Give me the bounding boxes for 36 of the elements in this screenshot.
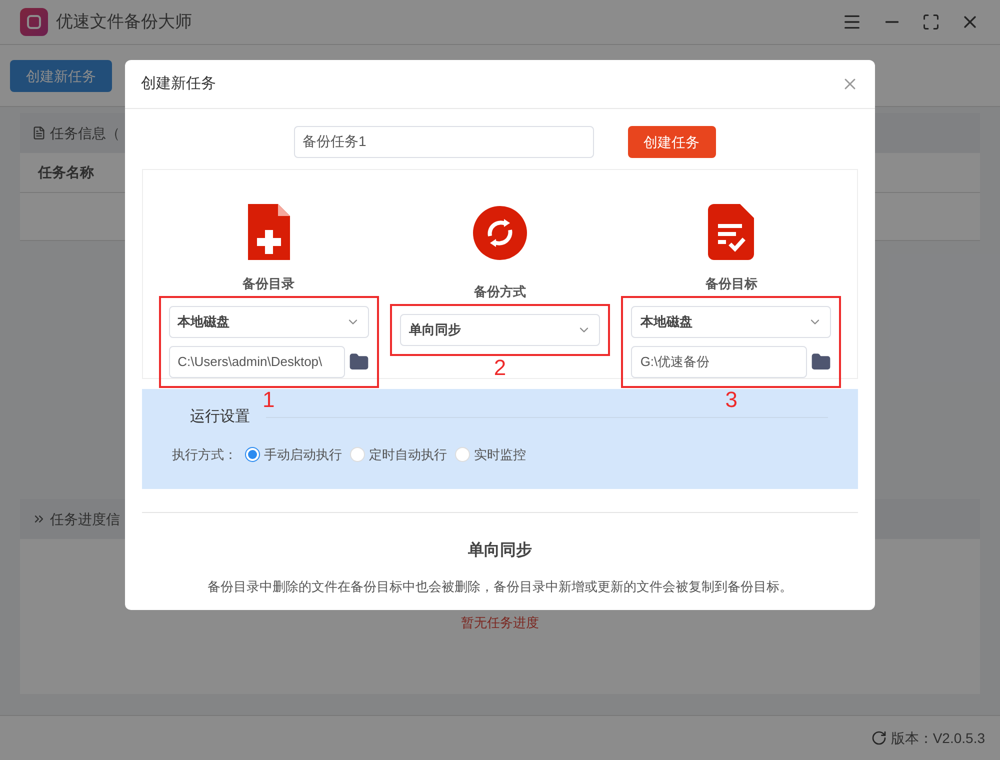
column-label: 备份目标 [705,275,758,293]
empty-progress-text: 暂无任务进度 [461,614,539,632]
select-dropdown[interactable]: 本地磁盘 [631,306,832,338]
path-field[interactable]: C:\Users\admin\Desktop\ [168,346,345,378]
app-title: 优速文件备份大师 [56,11,192,34]
radio-option[interactable]: 定时自动执行 [350,445,447,464]
section-title: 运行设置 [190,406,250,427]
app-logo-icon [20,8,48,36]
dialog-title: 创建新任务 [141,74,216,94]
file-plus-icon [248,204,290,260]
radio-option[interactable]: 实时监控 [455,445,526,464]
refresh-icon[interactable] [870,730,887,746]
sync-icon [472,206,527,260]
annotation-number: 3 [725,388,738,412]
version-text: 版本：V2.0.5.3 [890,728,985,748]
column-label: 备份方式 [474,283,526,301]
folder-icon[interactable] [348,350,369,372]
folder-icon[interactable] [811,350,832,372]
document-icon [32,126,46,140]
task-name-field[interactable]: 备份任务1 [294,126,594,158]
maximize-icon[interactable] [922,13,940,31]
annotation-number: 2 [494,356,506,380]
column-header: 任务名称 [38,163,94,182]
path-field[interactable]: G:\优速备份 [631,346,808,378]
column-label: 备份目录 [242,275,295,293]
annotation-number: 1 [262,388,275,412]
mode-description: 备份目录中删除的文件在备份目标中也会被删除，备份目录中新增或更新的文件会被复制到备份目标。 [208,578,792,596]
select-dropdown[interactable]: 单向同步 [400,314,600,346]
field-label: 执行方式： [172,446,237,464]
create-task-button[interactable]: 创建任务 [628,126,716,158]
panel-title: 任务进度信 [50,510,120,528]
mode-title: 单向同步 [468,540,532,561]
panel-title: 任务信息（ [50,124,120,142]
radio-option[interactable]: 手动启动执行 [245,445,342,464]
select-dropdown[interactable]: 本地磁盘 [168,306,369,338]
checklist-document-icon [708,204,754,260]
